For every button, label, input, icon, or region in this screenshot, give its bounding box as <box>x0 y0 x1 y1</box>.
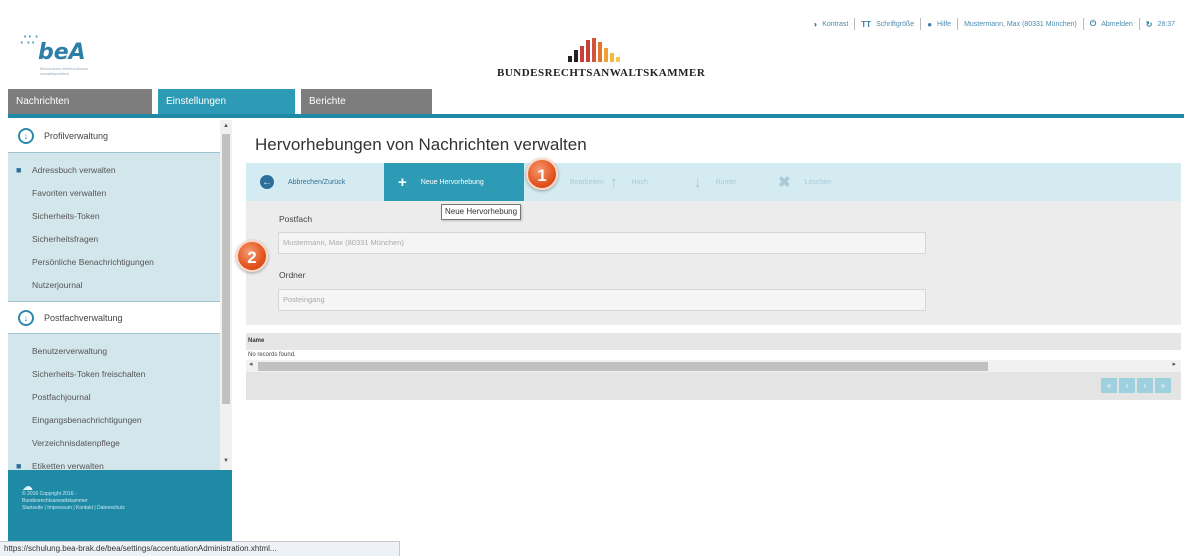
scroll-right-icon[interactable]: ▸ <box>1172 360 1176 368</box>
empty-message: No records found. <box>248 352 296 358</box>
cancel-back-button[interactable]: ← Abbrechen/Zurück <box>246 163 384 201</box>
scrollbar-thumb[interactable] <box>258 362 988 371</box>
font-size-link[interactable]: TT Schriftgröße <box>855 20 920 29</box>
next-page-button[interactable]: › <box>1137 378 1153 393</box>
logout-icon: ⏻ <box>1089 19 1097 28</box>
sidebar-footer: ☁ © 2016 Copyright 2016 - Bundesrechtsan… <box>8 470 232 542</box>
bookmark-icon: ■ <box>16 165 22 175</box>
contrast-icon: ◑ <box>812 19 818 29</box>
highlights-table: Name No records found. ◂ ▸ « ‹ › » <box>246 333 1181 400</box>
postfach-label: Postfach <box>279 214 313 224</box>
logo-drops-icon: ∴∵ <box>20 32 38 49</box>
move-up-button[interactable]: ↑ Hoch <box>596 163 680 201</box>
footer-links[interactable]: Startseite | Impressum | Kontakt | Daten… <box>22 505 232 512</box>
toolbar: ← Abbrechen/Zurück + Neue Hervorhebung B… <box>246 163 1181 201</box>
sidebar-item-postfachjournal[interactable]: Postfachjournal <box>8 386 220 409</box>
step-marker-2: 2 <box>236 240 268 272</box>
step-marker-1: 1 <box>526 158 558 190</box>
sidebar-item-benachrichtigungen[interactable]: Persönliche Benachrichtigungen <box>8 251 220 274</box>
back-icon: ← <box>260 175 274 189</box>
scroll-down-icon[interactable]: ▼ <box>223 458 229 464</box>
sidebar-scrollbar[interactable]: ▲ ▼ <box>220 120 232 470</box>
sidebar-item-adressbuch[interactable]: ■ Adressbuch verwalten <box>8 159 220 182</box>
user-link[interactable]: Mustermann, Max (80331 München) <box>958 21 1083 28</box>
prev-page-button[interactable]: ‹ <box>1119 378 1135 393</box>
sidebar-section-postfachverwaltung[interactable]: ↓ Postfachverwaltung <box>8 301 220 334</box>
brak-title: BUNDESRECHTSANWALTSKAMMER <box>497 67 706 79</box>
page-title: Hervorhebungen von Nachrichten verwalten <box>255 135 587 154</box>
sidebar-item-sicherheits-token[interactable]: Sicherheits-Token <box>8 205 220 228</box>
arrow-down-icon: ↓ <box>694 173 702 191</box>
browser-status-url: https://schulung.bea-brak.de/bea/setting… <box>0 541 400 556</box>
tab-berichte[interactable]: Berichte <box>301 89 438 114</box>
tab-underline <box>8 114 1184 118</box>
sidebar-item-token-freischalten[interactable]: Sicherheits-Token freischalten <box>8 363 220 386</box>
move-down-button[interactable]: ↓ Runter <box>680 163 764 201</box>
sidebar-item-favoriten[interactable]: Favoriten verwalten <box>8 182 220 205</box>
brak-logo-icon <box>568 38 628 62</box>
delete-button[interactable]: ✖ Löschen <box>764 163 854 201</box>
sidebar-item-etiketten[interactable]: ■ Etiketten verwalten <box>8 455 220 470</box>
first-page-button[interactable]: « <box>1101 378 1117 393</box>
chevron-down-icon: ↓ <box>18 128 34 144</box>
logout-link[interactable]: ⏻ Abmelden <box>1084 19 1139 29</box>
top-links: ◑ Kontrast TT Schriftgröße ● Hilfe Musterma… <box>806 17 1181 31</box>
column-header-name[interactable]: Name <box>246 333 1181 350</box>
highlight-form: Postfach Mustermann, Max (80331 München)… <box>246 201 1181 325</box>
refresh-icon: ↻ <box>1145 19 1153 29</box>
sidebar-item-verzeichnisdatenpflege[interactable]: Verzeichnisdatenpflege <box>8 432 220 455</box>
scroll-left-icon[interactable]: ◂ <box>249 360 253 368</box>
arrow-up-icon: ↑ <box>610 173 618 191</box>
pagination: « ‹ › » <box>246 372 1181 400</box>
tab-einstellungen[interactable]: Einstellungen <box>158 89 301 114</box>
bea-logo[interactable]: ∴∵ beA Besonderes elektronisches Anwalts… <box>20 30 102 76</box>
last-page-button[interactable]: » <box>1155 378 1171 393</box>
postfach-field[interactable]: Mustermann, Max (80331 München) <box>278 232 926 254</box>
scroll-up-icon[interactable]: ▲ <box>223 123 229 129</box>
ordner-label: Ordner <box>279 270 306 280</box>
scrollbar-thumb[interactable] <box>222 134 230 404</box>
cloud-icon: ☁ <box>22 481 33 493</box>
header: ∴∵ beA Besonderes elektronisches Anwalts… <box>0 0 1191 88</box>
bea-logo-text: beA <box>38 40 86 65</box>
chevron-down-icon: ↓ <box>18 309 34 326</box>
sidebar: ↓ Profilverwaltung ■ Adressbuch verwalten… <box>8 120 220 470</box>
help-icon: ● <box>927 19 933 29</box>
font-size-icon: TT <box>861 19 872 29</box>
contrast-link[interactable]: ◑ Kontrast <box>806 20 854 29</box>
sidebar-section-profilverwaltung[interactable]: ↓ Profilverwaltung <box>8 120 220 153</box>
tooltip: Neue Hervorhebung <box>441 204 522 220</box>
new-highlight-button[interactable]: + Neue Hervorhebung <box>384 163 524 201</box>
delete-icon: ✖ <box>778 174 791 191</box>
ordner-field[interactable]: Posteingang <box>278 289 926 311</box>
sidebar-item-eingangsbenachrichtigungen[interactable]: Eingangsbenachrichtigungen <box>8 409 220 432</box>
sidebar-item-benutzerverwaltung[interactable]: Benutzerverwaltung <box>8 340 220 363</box>
tag-icon: ■ <box>16 461 22 470</box>
tab-nachrichten[interactable]: Nachrichten <box>8 89 158 114</box>
bea-logo-subtitle: Besonderes elektronisches Anwaltspostfac… <box>40 66 89 76</box>
help-link[interactable]: ● Hilfe <box>921 20 957 29</box>
plus-icon: + <box>398 173 407 191</box>
session-timer[interactable]: ↻ 28:37 <box>1140 20 1181 29</box>
table-horizontal-scrollbar[interactable]: ◂ ▸ <box>246 360 1181 372</box>
sidebar-item-sicherheitsfragen[interactable]: Sicherheitsfragen <box>8 228 220 251</box>
main-tabs: Nachrichten Einstellungen Berichte <box>8 89 438 114</box>
sidebar-item-nutzerjournal[interactable]: Nutzerjournal <box>8 274 220 297</box>
